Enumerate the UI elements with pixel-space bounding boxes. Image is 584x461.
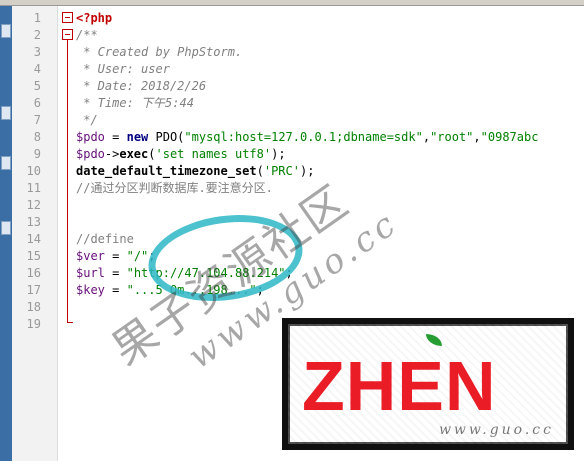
line-number: 5	[33, 79, 41, 93]
code-line[interactable]: $pdo = new PDO("mysql:host=127.0.0.1;dbn…	[76, 129, 538, 146]
line-number: 3	[33, 45, 41, 59]
code-token: $pdo	[76, 147, 105, 161]
code-token: //通过分区判断数据库.要注意分区.	[76, 181, 273, 195]
code-token: =	[104, 130, 127, 144]
code-token: (	[256, 164, 264, 178]
code-line[interactable]: * User: user	[76, 61, 170, 78]
leaf-icon	[426, 334, 442, 346]
window-title-strip	[0, 0, 584, 6]
line-number: 1	[33, 11, 41, 25]
fold-toggle-icon[interactable]	[62, 12, 73, 23]
code-token: //define	[76, 232, 134, 246]
line-number: 8	[33, 130, 41, 144]
line-number: 17	[26, 283, 41, 297]
code-token: =	[104, 249, 127, 263]
code-token: <?php	[76, 11, 113, 25]
line-number-gutter: 1 2 3 4 5 6 7 8 9 10 11 12 13 14 15 16 17 18 19	[12, 6, 58, 461]
code-token: "0987abc	[480, 130, 539, 144]
tool-button[interactable]	[1, 221, 11, 235]
line-number: 11	[26, 181, 41, 195]
code-token: * Time: 下午5:44	[76, 96, 194, 110]
code-line[interactable]: <?php	[76, 10, 112, 27]
code-token: $url	[76, 266, 105, 280]
line-number: 2	[33, 28, 41, 42]
code-token: ,	[473, 130, 481, 144]
code-line[interactable]: */	[76, 112, 98, 129]
stamp-logo-text: ZHEN	[302, 347, 497, 425]
code-line[interactable]: date_default_timezone_set('PRC');	[76, 163, 314, 180]
line-number: 12	[26, 198, 41, 212]
line-number: 14	[26, 232, 41, 246]
code-token: "root"	[430, 130, 474, 144]
code-token: date_default_timezone_set	[76, 164, 257, 178]
code-token: * User: user	[76, 62, 170, 76]
tool-button[interactable]	[1, 156, 11, 170]
code-line[interactable]: * Created by PhpStorm.	[76, 44, 242, 61]
code-fold-guide	[67, 33, 68, 323]
stamp-site-text: www.guo.cc	[438, 422, 554, 438]
code-token: (	[148, 147, 156, 161]
line-number: 16	[26, 266, 41, 280]
code-token: new	[126, 130, 156, 144]
line-number: 15	[26, 249, 41, 263]
code-token: */	[76, 113, 98, 127]
code-token: $key	[76, 283, 105, 297]
tool-button[interactable]	[1, 106, 11, 120]
code-token: "mysql:host=127.0.0.1;dbname=sdk"	[184, 130, 423, 144]
code-token: =	[104, 266, 127, 280]
line-number: 10	[26, 164, 41, 178]
code-token: $pdo	[76, 130, 105, 144]
code-token: PDO(	[155, 130, 185, 144]
code-line[interactable]: $pdo->exec('set names utf8');	[76, 146, 286, 163]
code-token: * Created by PhpStorm.	[76, 45, 243, 59]
line-number: 9	[33, 147, 41, 161]
zhen-logo-stamp: ZHEN www.guo.cc	[282, 318, 574, 450]
code-token: $ver	[76, 249, 105, 263]
code-token: ->	[104, 147, 120, 161]
line-number: 18	[26, 300, 41, 314]
code-line[interactable]: $ver = "/";	[76, 248, 156, 265]
code-token: =	[104, 283, 127, 297]
code-token: * Date: 2018/2/26	[76, 79, 207, 93]
line-number: 19	[26, 317, 41, 331]
code-token: /**	[76, 28, 98, 42]
code-token: exec	[119, 147, 149, 161]
code-token: "/"	[126, 249, 149, 263]
code-line[interactable]: * Time: 下午5:44	[76, 95, 194, 112]
fold-toggle-icon[interactable]	[62, 29, 73, 40]
tool-button[interactable]	[1, 24, 11, 38]
code-line[interactable]: * Date: 2018/2/26	[76, 78, 206, 95]
fold-end-marker	[67, 322, 73, 323]
line-number: 6	[33, 96, 41, 110]
code-token: 'set names utf8'	[155, 147, 272, 161]
code-token: ,	[422, 130, 431, 144]
code-line[interactable]: //define	[76, 231, 134, 248]
line-number: 13	[26, 215, 41, 229]
line-number: 7	[33, 113, 41, 127]
code-token: );	[271, 147, 286, 161]
code-line[interactable]: /**	[76, 27, 98, 44]
code-line[interactable]: //通过分区判断数据库.要注意分区.	[76, 180, 273, 197]
code-token: 'PRC'	[263, 164, 300, 178]
line-number: 4	[33, 62, 41, 76]
